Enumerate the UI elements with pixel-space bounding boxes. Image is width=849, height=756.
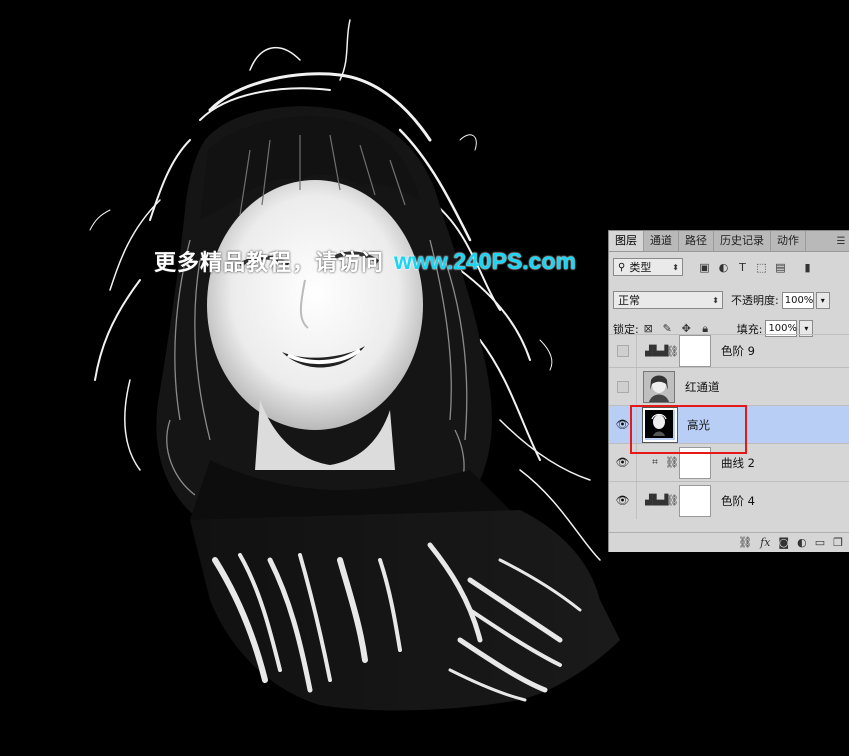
blend-mode-value: 正常 bbox=[618, 294, 640, 307]
panel-tabs: 图层 通道 路径 历史记录 动作 ☰ bbox=[609, 231, 849, 252]
panel-menu-icon[interactable]: ☰ bbox=[833, 231, 849, 251]
layer-thumbnail[interactable] bbox=[643, 370, 675, 403]
search-icon: ⚲ bbox=[618, 261, 626, 273]
image-filter-icon[interactable]: ▣ bbox=[697, 260, 712, 275]
new-group-folder-icon[interactable]: ▭ bbox=[815, 536, 825, 549]
tab-history[interactable]: 历史记录 bbox=[714, 231, 771, 251]
layer-name: 曲线 2 bbox=[721, 455, 755, 470]
visibility-toggle[interactable] bbox=[609, 368, 637, 405]
type-filter-icon[interactable]: T bbox=[735, 260, 750, 275]
layer-name: 色阶 9 bbox=[721, 344, 755, 358]
annotation-highlight-box bbox=[630, 405, 747, 454]
adjustment-filter-icon[interactable]: ◐ bbox=[716, 260, 731, 275]
chevron-updown-icon: ⬍ bbox=[672, 262, 679, 272]
tab-paths[interactable]: 路径 bbox=[679, 231, 714, 251]
tab-actions[interactable]: 动作 bbox=[771, 231, 806, 251]
layer-mask-thumbnail[interactable] bbox=[679, 335, 711, 367]
layer-row[interactable]: ▟▙▟ ⛓ 色阶 9 bbox=[609, 334, 849, 367]
filter-kind-dropdown[interactable]: ⚲ 类型 ⬍ bbox=[613, 258, 683, 276]
filter-toggle-icon[interactable]: ▮ bbox=[800, 260, 815, 275]
blend-mode-dropdown[interactable]: 正常 ⬍ bbox=[613, 291, 723, 309]
eye-icon: 👁︎ bbox=[615, 494, 630, 507]
watermark: 更多精品教程，请访问 www.240PS.com bbox=[154, 244, 576, 278]
layer-name: 色阶 4 bbox=[721, 493, 755, 508]
filter-row: ⚲ 类型 ⬍ ▣ ◐ T ⬚ ▤ ▮ bbox=[613, 258, 849, 276]
layer-mask-thumbnail[interactable] bbox=[679, 484, 711, 517]
chevron-updown-icon: ⬍ bbox=[712, 295, 719, 305]
new-adjustment-icon[interactable]: ◐ bbox=[797, 536, 807, 549]
eye-icon: 👁︎ bbox=[615, 456, 630, 469]
chain-link-icon[interactable]: ⛓ bbox=[665, 456, 679, 469]
visibility-toggle[interactable]: 👁︎ bbox=[609, 482, 637, 519]
layer-name: 红通道 bbox=[685, 379, 720, 394]
layer-row[interactable]: 👁︎ ▟▙▟ ⛓ 色阶 4 bbox=[609, 481, 849, 519]
fx-icon[interactable]: fx bbox=[760, 536, 770, 549]
eye-icon: 👁︎ bbox=[615, 418, 630, 431]
levels-adjustment-icon: ▟▙▟ bbox=[645, 345, 669, 357]
face bbox=[207, 180, 423, 430]
layers-panel: 图层 通道 路径 历史记录 动作 ☰ ⚲ 类型 ⬍ ▣ ◐ T ⬚ ▤ ▮ 正常… bbox=[608, 230, 849, 552]
opacity-input[interactable]: 100% bbox=[781, 291, 814, 309]
blend-row: 正常 ⬍ 不透明度: 100% ▾ bbox=[613, 291, 849, 309]
tab-channels[interactable]: 通道 bbox=[644, 231, 679, 251]
opacity-slider-button[interactable]: ▾ bbox=[815, 291, 830, 309]
watermark-text: 更多精品教程，请访问 bbox=[154, 251, 385, 276]
chain-link-icon[interactable]: ⛓ bbox=[665, 345, 679, 358]
new-layer-icon[interactable]: ❐ bbox=[833, 536, 843, 549]
add-mask-icon[interactable]: ◙ bbox=[778, 536, 789, 549]
smart-object-filter-icon[interactable]: ▤ bbox=[773, 260, 788, 275]
layer-row[interactable]: 红通道 bbox=[609, 367, 849, 405]
watermark-url: www.240PS.com bbox=[394, 247, 576, 274]
shape-filter-icon[interactable]: ⬚ bbox=[754, 260, 769, 275]
opacity-label: 不透明度: bbox=[731, 294, 779, 307]
filter-kind-label: 类型 bbox=[629, 261, 652, 274]
curves-adjustment-icon: ⌗ bbox=[652, 457, 658, 468]
link-layers-icon[interactable]: ⛓ bbox=[738, 536, 752, 549]
tab-layers[interactable]: 图层 bbox=[609, 231, 644, 251]
levels-adjustment-icon: ▟▙▟ bbox=[645, 495, 669, 506]
visibility-toggle[interactable] bbox=[609, 335, 637, 367]
panel-footer: ⛓ fx ◙ ◐ ▭ ❐ bbox=[609, 532, 849, 552]
chain-link-icon[interactable]: ⛓ bbox=[665, 494, 679, 507]
